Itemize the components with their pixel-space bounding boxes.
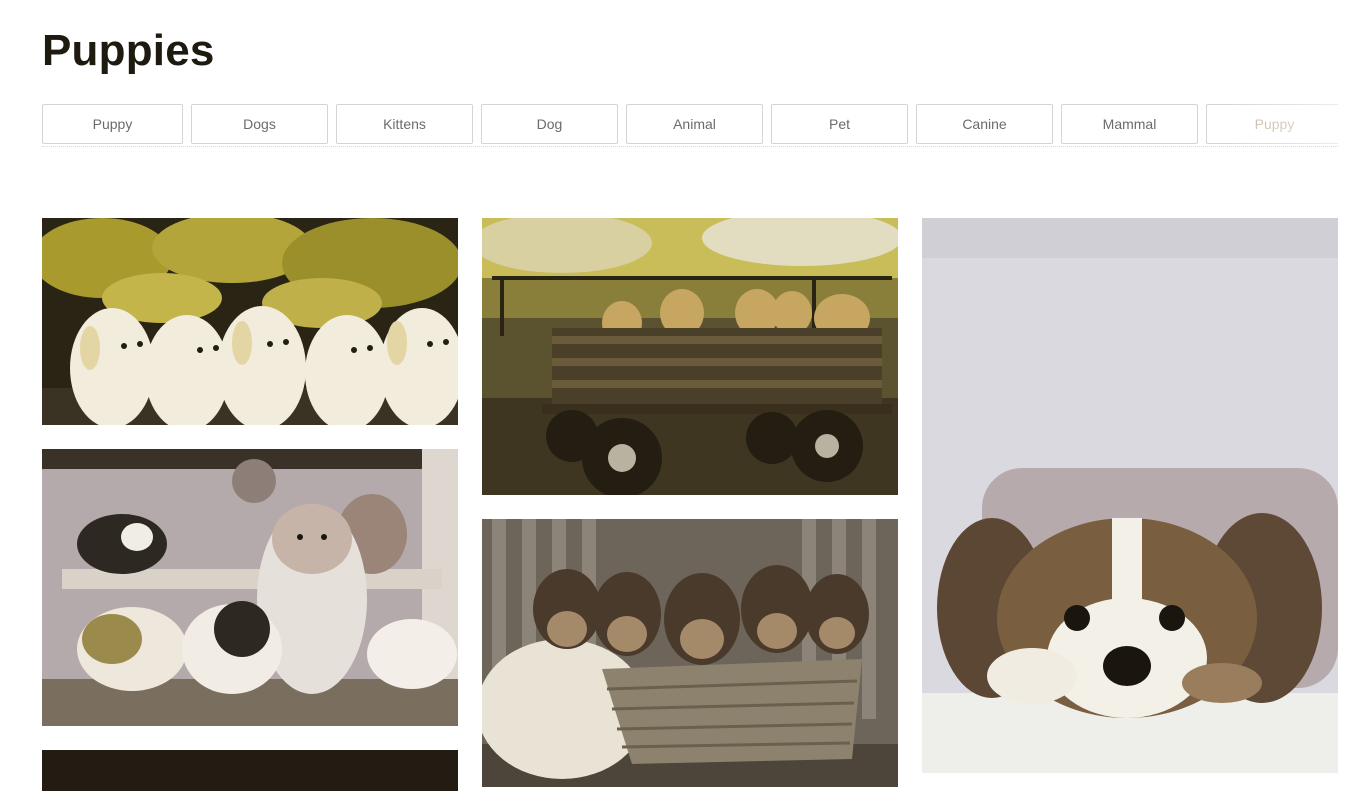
page: Puppies Puppy Dogs Kittens Dog Animal Pe…: [0, 0, 1354, 791]
chip-dogs[interactable]: Dogs: [191, 104, 328, 144]
chip-puppy[interactable]: Puppy: [42, 104, 183, 144]
chip-mammal[interactable]: Mammal: [1061, 104, 1198, 144]
photo-shepherd-puppies[interactable]: [42, 449, 458, 726]
chip-pet[interactable]: Pet: [771, 104, 908, 144]
photo-golden-puppies[interactable]: [42, 218, 458, 425]
photo-basket-puppies[interactable]: [482, 519, 898, 787]
photo-dark-partial[interactable]: [42, 750, 458, 791]
shepherd-puppies-image: [42, 449, 458, 726]
photo-wagon-puppies[interactable]: [482, 218, 898, 495]
chip-animal[interactable]: Animal: [626, 104, 763, 144]
wagon-puppies-image: [482, 218, 898, 495]
chip-puppy-2[interactable]: Puppy: [1206, 104, 1338, 144]
chip-canine[interactable]: Canine: [916, 104, 1053, 144]
photo-spaniel-puppy[interactable]: [922, 218, 1338, 773]
chip-kittens[interactable]: Kittens: [336, 104, 473, 144]
golden-puppies-image: [42, 218, 458, 425]
spaniel-puppy-image: [922, 218, 1338, 773]
tag-chip-strip: Puppy Dogs Kittens Dog Animal Pet Canine…: [42, 104, 1338, 147]
basket-puppies-image: [482, 519, 898, 787]
page-title: Puppies: [42, 26, 215, 75]
chip-dog[interactable]: Dog: [481, 104, 618, 144]
dark-partial-image: [42, 750, 458, 791]
